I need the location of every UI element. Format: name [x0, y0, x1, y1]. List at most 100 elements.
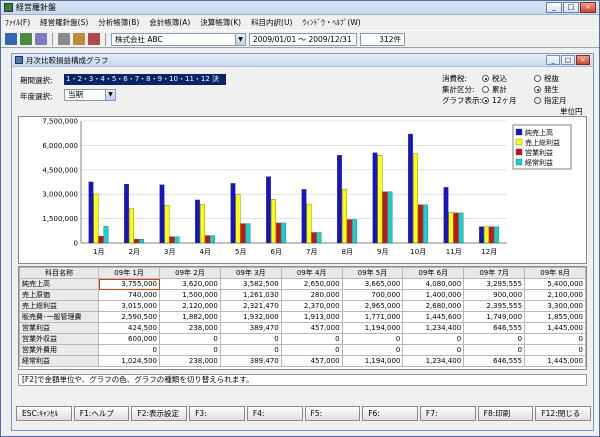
table-cell[interactable]: 0 [463, 344, 526, 356]
menu-file[interactable]: ﾌｧｲﾙ(F) [5, 17, 30, 28]
table-cell[interactable]: 2,965,000 [341, 300, 404, 312]
table-cell[interactable]: 238,000 [159, 322, 221, 334]
table-cell[interactable]: 1,400,000 [402, 289, 465, 301]
tools-icon[interactable] [73, 33, 85, 45]
table-cell[interactable]: 0 [341, 344, 404, 356]
f4-button[interactable]: F4: [246, 406, 303, 421]
table-cell[interactable]: 0 [463, 333, 526, 345]
menu-accounting[interactable]: 会計帳簿(A) [149, 17, 190, 28]
close-button[interactable]: × [580, 2, 596, 13]
table-cell[interactable]: 2,650,000 [280, 278, 343, 290]
table-cell[interactable]: 0 [219, 344, 282, 356]
table-cell[interactable]: 646,555 [463, 322, 526, 334]
table-cell[interactable]: 1,261,030 [219, 289, 282, 301]
column-header[interactable]: 09年 6月 [402, 267, 465, 279]
aggregate-cumulative-radio[interactable]: 累計 [482, 84, 507, 95]
graph-12month-radio[interactable]: 12ヶ月 [482, 95, 517, 106]
table-cell[interactable]: 2,590,500 [98, 311, 160, 323]
child-close-button[interactable]: × [576, 55, 590, 65]
table-cell[interactable]: 0 [159, 344, 221, 356]
table-cell[interactable]: 740,000 [98, 289, 160, 301]
table-cell[interactable]: 0 [402, 344, 465, 356]
child-minimize-button[interactable]: _ [546, 55, 560, 65]
table-cell[interactable]: 389,470 [219, 355, 282, 367]
column-header[interactable]: 09年 7月 [463, 267, 526, 279]
table-cell[interactable]: 0 [341, 333, 404, 345]
table-cell[interactable]: 0 [524, 344, 586, 356]
esc-cancel-button[interactable]: ESC:ｷｬﾝｾﾙ [16, 406, 72, 421]
table-cell[interactable]: 1,913,000 [280, 311, 343, 323]
aggregate-occurrence-radio[interactable]: 発生 [534, 84, 559, 95]
table-cell[interactable]: 1,234,400 [402, 322, 465, 334]
table-cell[interactable]: 2,100,000 [524, 289, 586, 301]
mail-icon[interactable] [35, 33, 47, 45]
menu-analysis[interactable]: 分析帳簿(B) [98, 17, 139, 28]
table-cell[interactable]: 3,755,000 [98, 278, 160, 290]
table-cell[interactable]: 1,932,000 [219, 311, 282, 323]
table-cell[interactable]: 1,882,000 [159, 311, 221, 323]
f12-close-button[interactable]: F12:閉じる [535, 406, 592, 421]
table-row[interactable]: 営業外収益 600,000 0 0 0 0 0 0 0 [19, 333, 586, 345]
f1-help-button[interactable]: F1:ヘルプ [73, 406, 130, 421]
table-cell[interactable]: 2,395,555 [463, 300, 526, 312]
f7-button[interactable]: F7: [419, 406, 476, 421]
f8-print-button[interactable]: F8:印刷 [477, 406, 534, 421]
company-select[interactable]: 株式会社 ABC [111, 32, 236, 46]
table-row[interactable]: 販売費･一般管理費 2,590,500 1,882,000 1,932,000 1,91… [19, 311, 586, 323]
table-cell[interactable]: 424,500 [98, 322, 160, 334]
table-cell[interactable]: 3,300,000 [524, 300, 586, 312]
chevron-down-icon[interactable]: ▼ [105, 90, 115, 100]
table-cell[interactable]: 5,400,000 [524, 278, 586, 290]
table-cell[interactable]: 1,445,000 [524, 355, 586, 367]
table-row[interactable]: 営業利益 424,500 238,000 389,470 457,000 1,194,00… [19, 322, 586, 334]
table-cell[interactable]: 1,234,400 [402, 355, 465, 367]
table-cell[interactable]: 0 [280, 333, 343, 345]
chevron-down-icon[interactable]: ▼ [235, 32, 246, 46]
f6-button[interactable]: F6: [362, 406, 418, 421]
maximize-button[interactable]: □ [563, 2, 579, 13]
column-header[interactable]: 09年 2月 [159, 267, 221, 279]
tax-exclude-radio[interactable]: 税抜 [534, 73, 559, 84]
table-cell[interactable]: 2,370,000 [280, 300, 343, 312]
table-row[interactable]: 経常利益 1,024,500 238,000 389,470 457,000 1,194,… [19, 355, 586, 367]
table-cell[interactable]: 3,665,000 [341, 278, 404, 290]
minimize-button[interactable]: _ [546, 2, 562, 13]
menu-window-help[interactable]: ｳｨﾝﾄﾞｳ・ﾍﾙﾌﾟ(W) [302, 17, 360, 28]
table-cell[interactable]: 1,771,000 [341, 311, 404, 323]
table-row[interactable]: 売上原価 740,000 1,500,000 1,261,030 280,000 700,… [19, 289, 586, 301]
table-cell[interactable]: 1,194,000 [341, 322, 404, 334]
table-cell[interactable]: 600,000 [98, 333, 160, 345]
table-cell[interactable]: 1,445,600 [402, 311, 465, 323]
column-header[interactable]: 09年 8月 [524, 267, 586, 279]
table-cell[interactable]: 3,295,555 [463, 278, 526, 290]
column-header[interactable]: 09年 3月 [219, 267, 282, 279]
table-cell[interactable]: 0 [524, 333, 586, 345]
table-cell[interactable]: 1,024,500 [98, 355, 160, 367]
child-maximize-button[interactable]: □ [561, 55, 575, 65]
print-icon[interactable] [58, 33, 70, 45]
open-icon[interactable] [20, 33, 32, 45]
table-cell[interactable]: 2,680,000 [402, 300, 465, 312]
table-cell[interactable]: 2,321,470 [219, 300, 282, 312]
table-cell[interactable]: 700,000 [341, 289, 404, 301]
table-row[interactable]: 売上総利益 3,015,000 2,120,000 2,321,470 2,370,00… [19, 300, 586, 312]
menu-closing[interactable]: 決算帳簿(K) [200, 17, 241, 28]
year-select[interactable]: 当期 ▼ [64, 89, 116, 101]
column-header[interactable]: 09年 4月 [280, 267, 343, 279]
table-cell[interactable]: 646,555 [463, 355, 526, 367]
f3-button[interactable]: F3: [189, 406, 245, 421]
table-cell[interactable]: 0 [98, 344, 160, 356]
table-cell[interactable]: 1,445,000 [524, 322, 586, 334]
table-cell[interactable]: 0 [402, 333, 465, 345]
table-cell[interactable]: 1,749,000 [463, 311, 526, 323]
menu-compass[interactable]: 経営羅針盤(S) [40, 17, 88, 28]
table-cell[interactable]: 238,000 [159, 355, 221, 367]
table-cell[interactable]: 457,000 [280, 355, 343, 367]
table-cell[interactable]: 0 [159, 333, 221, 345]
table-cell[interactable]: 0 [280, 344, 343, 356]
table-cell[interactable]: 389,470 [219, 322, 282, 334]
month-range-selector[interactable]: 1・2・3・4・5・6・7・8・9・10・11・12 決 [64, 74, 226, 85]
tax-include-radio[interactable]: 税込 [482, 73, 507, 84]
table-cell[interactable]: 1,500,000 [159, 289, 221, 301]
table-cell[interactable]: 457,000 [280, 322, 343, 334]
